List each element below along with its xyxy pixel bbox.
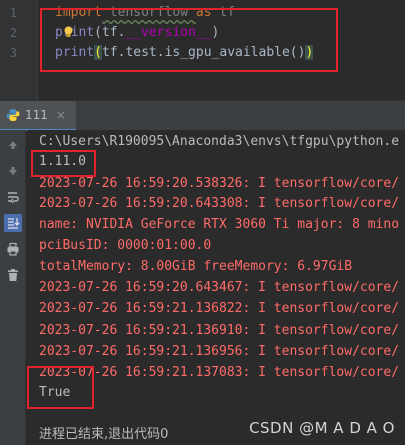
wrap-icon[interactable] bbox=[4, 188, 22, 206]
line-number: 3 bbox=[9, 46, 17, 60]
console-line: 2023-07-26 16:59:20.643308: I tensorflow… bbox=[39, 196, 400, 211]
console-line: 2023-07-26 16:59:20.538326: I tensorflow… bbox=[39, 176, 400, 191]
console-line: 2023-07-26 16:59:21.136822: I tensorflow… bbox=[39, 301, 400, 316]
code-text: ) bbox=[211, 25, 220, 40]
console-line: 1.11.0 bbox=[39, 154, 86, 169]
console-line: totalMemory: 8.00GiB freeMemory: 6.97GiB bbox=[39, 259, 353, 274]
console-line: 2023-07-26 16:59:21.136956: I tensorflow… bbox=[39, 344, 400, 359]
console-line: 2023-07-26 16:59:20.643467: I tensorflow… bbox=[39, 280, 400, 295]
print-function: print bbox=[55, 25, 95, 40]
code-line-1[interactable]: import tensorflow as tf bbox=[55, 3, 235, 23]
python-icon bbox=[6, 109, 20, 121]
print-icon[interactable] bbox=[4, 240, 22, 258]
run-tab[interactable]: 111 × bbox=[0, 101, 76, 131]
code-line-2[interactable]: print(tf.__version__) bbox=[55, 23, 219, 43]
code-editor[interactable]: 1 2 3 import tensorflow as tf print(tf._… bbox=[0, 0, 405, 100]
console-line: 2023-07-26 16:59:21.136910: I tensorflow… bbox=[39, 323, 400, 338]
code-line-3[interactable]: print(tf.test.is_gpu_available()) bbox=[55, 43, 314, 63]
watermark: CSDN @M A D A O bbox=[249, 419, 395, 437]
matched-paren: ) bbox=[305, 45, 314, 60]
line-number: 2 bbox=[9, 26, 17, 40]
console-line: True bbox=[39, 385, 71, 400]
lightbulb-icon[interactable] bbox=[63, 26, 74, 38]
matched-paren: ( bbox=[94, 45, 102, 60]
scroll-to-end-icon[interactable] bbox=[4, 214, 22, 232]
code-text: (tf. bbox=[94, 25, 126, 40]
alias-name: tf bbox=[211, 5, 236, 20]
console-line: C:\Users\R190095\Anaconda3\envs\tfgpu\py… bbox=[39, 134, 400, 149]
console-output[interactable]: C:\Users\R190095\Anaconda3\envs\tfgpu\py… bbox=[27, 130, 405, 445]
run-panel-header: 111 × bbox=[0, 100, 405, 131]
editor-gutter: 1 2 3 bbox=[0, 0, 38, 100]
process-exit-message: 进程已结束,退出代码0 bbox=[39, 427, 169, 442]
keyword-import: import bbox=[55, 5, 102, 20]
dunder-attribute: __version__ bbox=[125, 25, 212, 40]
console-line: name: NVIDIA GeForce RTX 3060 Ti major: … bbox=[39, 217, 400, 232]
close-icon[interactable]: × bbox=[56, 108, 66, 122]
trash-icon[interactable] bbox=[4, 266, 22, 284]
console-line: 2023-07-26 16:59:21.137083: I tensorflow… bbox=[39, 365, 400, 380]
keyword-as: as bbox=[195, 5, 212, 20]
line-number: 1 bbox=[9, 6, 17, 20]
run-tab-label: 111 bbox=[25, 108, 48, 122]
run-toolbar bbox=[0, 130, 26, 445]
arrow-up-icon[interactable] bbox=[4, 136, 22, 154]
code-text: tf.test.is_gpu_available() bbox=[101, 45, 306, 60]
module-name: tensorflow bbox=[101, 5, 196, 20]
console-line: pciBusID: 0000:01:00.0 bbox=[39, 238, 212, 253]
print-function: print bbox=[55, 45, 95, 60]
arrow-down-icon[interactable] bbox=[4, 162, 22, 180]
